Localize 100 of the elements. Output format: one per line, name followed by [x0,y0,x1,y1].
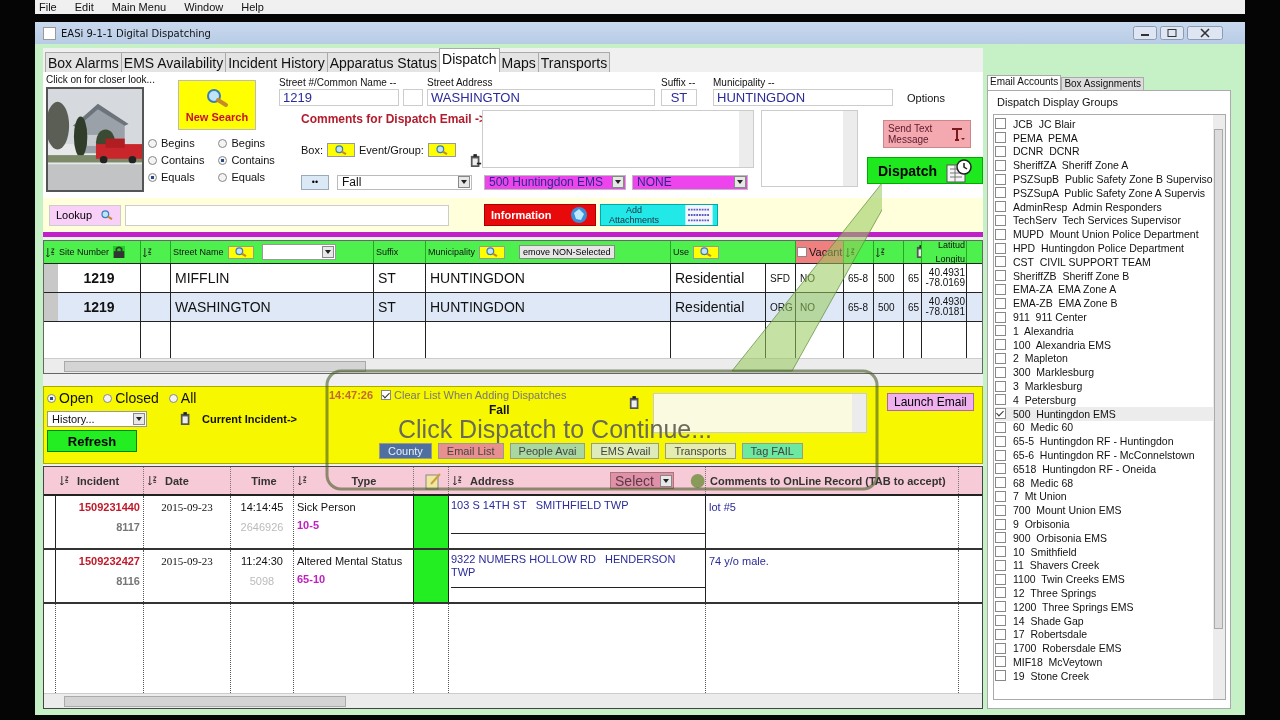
minimize-icon[interactable] [1133,26,1157,40]
column-header[interactable]: Type [315,474,413,487]
group-checkbox[interactable]: MIF18 McVeytown [995,655,1213,669]
group-checkbox[interactable]: AdminResp Admin Responders [995,199,1213,214]
clipboard-icon[interactable] [629,396,641,410]
tab[interactable]: Incident History [225,52,328,72]
maximize-icon[interactable] [1160,26,1184,40]
filter-radio[interactable]: Open [47,390,94,406]
filter-radio[interactable]: Closed [103,390,159,406]
match-radio[interactable]: Equals [148,169,205,185]
information-button[interactable]: Information [484,204,596,226]
clear-list-checkbox[interactable]: Clear List When Adding Dispatches [381,389,567,401]
column-header[interactable]: Time [251,474,277,487]
group-checkbox[interactable]: 12 Three Springs [995,586,1213,600]
group-checkbox[interactable]: 11 Shavers Creek [995,558,1213,573]
close-icon[interactable] [1187,26,1223,40]
horizontal-scrollbar[interactable] [44,693,982,708]
group-checkbox[interactable]: CST CIVIL SUPPORT TEAM [995,254,1213,269]
group-checkbox[interactable]: PSZSupA Public Safety Zone A Supervis [995,186,1213,200]
group-checkbox[interactable]: 7 Mt Union [995,489,1213,504]
group-checkbox[interactable]: 911 911 Center [995,310,1213,324]
tab[interactable]: Apparatus Status [326,52,441,72]
search-button[interactable] [693,245,719,259]
column-header[interactable]: Date [165,474,189,487]
panel-button[interactable]: People Avai [509,443,586,459]
group-checkbox[interactable]: EMA-ZA EMA Zone A [995,282,1213,297]
panel-button[interactable]: EMS Avail [591,443,660,459]
more-button[interactable]: •• [301,174,329,190]
tab[interactable]: Box Alarms [45,52,122,72]
lookup-button[interactable]: Lookup [49,204,121,226]
refresh-button[interactable]: Refresh [47,430,137,452]
tab[interactable]: Transports [537,52,611,72]
group-checkbox[interactable]: 60 Medic 60 [995,420,1213,435]
group-checkbox[interactable]: 14 Shade Gap [995,613,1213,628]
tab[interactable]: Box Assignments [1061,77,1145,90]
column-header[interactable]: Site Number [44,241,141,263]
menu-item[interactable]: Window [184,1,224,13]
group-checkbox[interactable]: SheriffZA Sheriff Zone A [995,158,1213,173]
history-dropdown[interactable]: History... [47,411,147,427]
group-checkbox[interactable]: 10 Smithfield [995,544,1213,559]
vertical-scrollbar[interactable] [1212,115,1225,699]
column-header[interactable]: Street Name [173,247,224,257]
column-header[interactable]: Latitud [937,241,965,250]
horizontal-scrollbar[interactable] [44,358,982,373]
street-address-field[interactable]: WASHINGTON [427,89,655,106]
group-checkbox[interactable]: 1200 Three Springs EMS [995,599,1213,614]
sort-icon[interactable] [46,246,55,258]
group-checkbox[interactable]: 3 Marklesburg [995,379,1213,393]
option-dropdown[interactable]: NONE [632,174,748,190]
sort-icon[interactable] [876,246,885,258]
group-checkbox[interactable]: 6518 Huntingdon RF - Oneida [995,461,1213,476]
new-search-button[interactable]: New Search [178,80,256,130]
incident-row[interactable]: 1509231440 8117 2015-09-23 14:14:45 2646926 Sick Person 10-5 103 S 14TH ST SMITHFIELD TWP lot #5 [44,496,982,550]
tab[interactable]: EMS Availability [120,52,227,72]
group-checkbox[interactable]: 900 Orbisonia EMS [995,530,1213,545]
column-header[interactable]: Municipality [428,247,476,257]
municipality-field[interactable]: HUNTINGDON [713,89,893,106]
sort-icon[interactable] [60,475,69,486]
event-search-button[interactable] [427,143,456,157]
group-checkbox[interactable]: MUPD Mount Union Police Department [995,227,1213,242]
group-checkbox[interactable]: TechServ Tech Services Supervisor [995,213,1213,228]
dispatch-button[interactable]: Dispatch [867,157,983,184]
column-header[interactable]: Address [470,474,515,487]
search-button[interactable] [479,245,506,259]
group-checkbox[interactable]: 100 Alexandria EMS [995,337,1213,352]
sort-icon[interactable] [143,246,152,258]
incident-row[interactable]: 1509232427 8116 2015-09-23 11:24:30 5098 Altered Mental Status 65-10 9322 NUMERS HOLLOW RD HENDERSON TWP 74 y/o male. [44,550,982,604]
group-checkbox[interactable]: JCB JC Blair [995,117,1213,131]
group-checkbox[interactable]: 500 Huntingdon EMS [995,406,1213,421]
input-field[interactable] [403,89,423,106]
remove-button[interactable]: emove NON-Selected [519,245,615,259]
group-checkbox[interactable]: 17 Robertsdale [995,627,1213,642]
group-checkbox[interactable]: PEMA PEMA [995,130,1213,145]
match-radio[interactable]: Equals [218,169,275,185]
circle-icon[interactable] [689,471,705,490]
tab[interactable]: Email Accounts [987,75,1062,90]
match-radio[interactable]: Begins [148,135,205,151]
filter-dropdown[interactable] [261,244,336,260]
group-checkbox[interactable]: SheriffZB Sheriff Zone B [995,268,1213,283]
column-header[interactable]: Longitu [935,254,965,263]
sort-icon[interactable] [298,475,307,486]
group-checkbox[interactable]: 19 Stone Creek [995,668,1213,683]
add-attachments-button[interactable]: Add Attachments [600,204,718,226]
search-button[interactable] [227,245,254,259]
column-header[interactable]: Incident [77,474,120,487]
menu-item[interactable]: Help [241,1,264,13]
lock-icon[interactable] [113,246,126,258]
group-checkbox[interactable]: 700 Mount Union EMS [995,503,1213,518]
menu-item[interactable]: File [39,1,57,13]
select-dropdown[interactable]: Select [610,472,674,489]
suffix-field[interactable]: ST [661,89,697,106]
panel-button[interactable]: Transports [665,443,736,459]
group-checkbox[interactable]: 65-5 Huntingdon RF - Huntingdon [995,434,1213,449]
group-checkbox[interactable]: 1 Alexandria [995,323,1213,338]
launch-email-button[interactable]: Launch Email [887,393,974,411]
sort-icon[interactable] [453,475,462,486]
group-checkbox[interactable]: EMA-ZB EMA Zone B [995,296,1213,311]
unit-dropdown[interactable]: 500 Huntingdon EMS [484,174,626,190]
menu-item[interactable]: Main Menu [111,1,167,13]
group-checkbox[interactable]: 2 Mapleton [995,351,1213,366]
